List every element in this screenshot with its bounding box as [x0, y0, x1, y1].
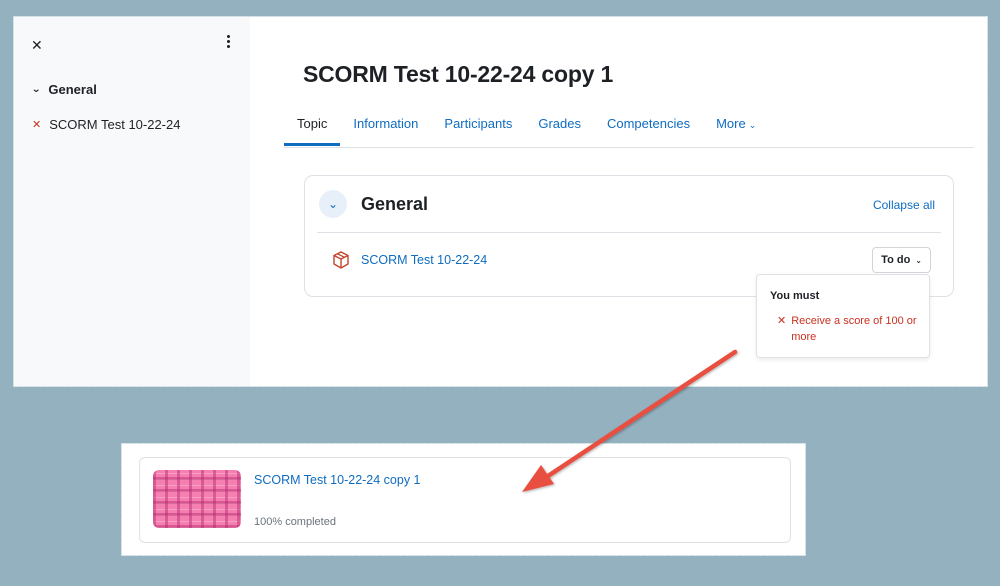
incomplete-icon: ✕: [777, 315, 787, 327]
activity-link[interactable]: SCORM Test 10-22-24: [361, 253, 487, 267]
section-title: General: [361, 194, 429, 214]
kebab-icon[interactable]: [226, 35, 230, 48]
completion-dropdown-button[interactable]: To do ⌄: [872, 247, 931, 273]
course-page-screenshot: ✕ ⌄ General ✕ SCORM Test 10-22-24 SCORM …: [14, 17, 991, 390]
collapse-all-link[interactable]: Collapse all: [873, 198, 935, 212]
course-tabs: Topic Information Participants Grades Co…: [284, 113, 974, 148]
chevron-down-icon: ⌄: [31, 84, 42, 95]
drawer-item-scorm[interactable]: ✕ SCORM Test 10-22-24: [32, 117, 180, 132]
drawer-section-label: General: [48, 82, 97, 97]
tab-information[interactable]: Information: [340, 113, 431, 146]
scorm-package-icon: [333, 251, 349, 269]
completion-popover: You must ✕ Receive a score of 100 or mor…: [756, 274, 930, 358]
course-index-drawer: ✕ ⌄ General ✕ SCORM Test 10-22-24: [14, 17, 250, 386]
popover-requirement: ✕ Receive a score of 100 or more: [777, 313, 917, 345]
page-title: SCORM Test 10-22-24 copy 1: [303, 61, 614, 87]
torn-edge-right: [803, 444, 809, 555]
requirement-text: Receive a score of 100 or more: [791, 315, 917, 343]
section-divider: [317, 232, 941, 233]
course-card[interactable]: SCORM Test 10-22-24 copy 1 100% complete…: [139, 457, 791, 543]
course-image[interactable]: [153, 470, 241, 528]
torn-edge-left: [118, 444, 124, 555]
chevron-down-icon: ⌄: [915, 255, 922, 265]
tab-more[interactable]: More ⌄: [703, 113, 769, 146]
tab-participants[interactable]: Participants: [431, 113, 525, 146]
tab-more-label: More: [716, 116, 746, 131]
drawer-section-general[interactable]: ⌄ General: [31, 82, 97, 97]
torn-edge-right: [985, 17, 991, 386]
drawer-item-label: SCORM Test 10-22-24: [49, 117, 181, 132]
tab-competencies[interactable]: Competencies: [594, 113, 703, 146]
tab-grades[interactable]: Grades: [525, 113, 594, 146]
chevron-down-icon: ⌄: [748, 120, 757, 130]
chevron-down-icon[interactable]: ⌄: [319, 190, 347, 218]
progress-text: 100% completed: [254, 516, 336, 528]
dashboard-screenshot: SCORM Test 10-22-24 copy 1 100% complete…: [118, 440, 809, 559]
course-card-link[interactable]: SCORM Test 10-22-24 copy 1: [254, 473, 421, 487]
popover-title: You must: [770, 290, 820, 302]
torn-edge-bottom: [122, 553, 805, 559]
incomplete-icon: ✕: [32, 119, 42, 131]
tab-topic[interactable]: Topic: [284, 113, 341, 146]
close-icon[interactable]: ✕: [31, 37, 43, 54]
torn-edge-top: [122, 440, 805, 446]
completion-button-label: To do: [881, 254, 911, 266]
